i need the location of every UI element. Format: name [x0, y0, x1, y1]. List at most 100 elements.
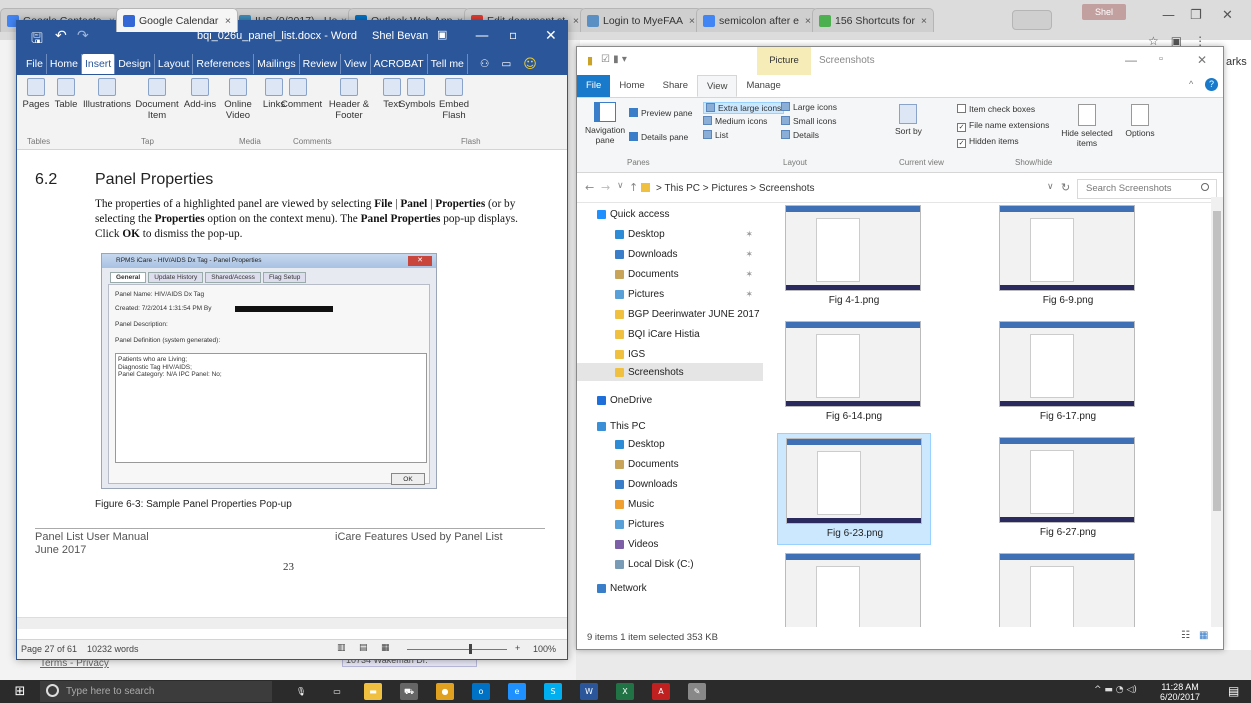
word-close-icon[interactable]: ✕ — [545, 28, 557, 44]
ribbon-symbols-button[interactable]: Symbols — [399, 78, 435, 110]
browser-tab[interactable]: Login to MyeFAA × — [580, 8, 702, 32]
tab-close-icon[interactable]: × — [921, 15, 927, 27]
file-thumbnail[interactable]: Fig 6-23.png — [777, 433, 931, 545]
word-menu-layout[interactable]: Layout — [155, 54, 194, 74]
redo-icon[interactable]: ↷ — [77, 28, 89, 44]
browser-tab[interactable]: Google Calendar × — [116, 8, 238, 32]
explorer-close-icon[interactable]: ✕ — [1197, 53, 1207, 67]
tab-close-icon[interactable]: × — [805, 15, 811, 27]
browser-tab[interactable]: semicolon after e × — [696, 8, 818, 32]
share-icon[interactable]: ⚇ — [480, 58, 489, 70]
status-page[interactable]: Page 27 of 61 — [21, 644, 77, 654]
windows-start-icon[interactable]: ⊞ — [4, 682, 36, 701]
address-bar[interactable]: > This PC > Pictures > Screenshots — [637, 179, 1047, 199]
edge-icon[interactable]: e — [508, 683, 526, 700]
sort-by-button[interactable]: Sort by — [895, 104, 922, 136]
word-user-name[interactable]: Shel Bevan — [372, 30, 428, 42]
system-tray[interactable]: ^ ▬ ◔ ◁) — [1094, 685, 1137, 695]
word-restore-icon[interactable]: ▫ — [509, 28, 517, 42]
pin-icon[interactable]: ✶ — [745, 249, 753, 260]
zoom-slider[interactable] — [407, 649, 507, 650]
options-button[interactable]: Options — [1123, 104, 1157, 138]
word-menu-view[interactable]: View — [341, 54, 371, 74]
search-input[interactable]: Search Screenshots — [1077, 179, 1217, 199]
nav-item-igs[interactable]: IGS — [577, 345, 763, 363]
recent-icon[interactable]: ∨ — [617, 181, 624, 191]
nav-item-quick-access[interactable]: Quick access — [577, 205, 763, 223]
word-icon[interactable]: W — [580, 683, 598, 700]
layout-extra-large-icons[interactable]: Extra large icons — [703, 102, 785, 114]
read-mode-icon[interactable]: ▥ — [337, 643, 346, 653]
minimize-icon[interactable]: — — [1162, 8, 1175, 23]
web-layout-icon[interactable]: ▦ — [381, 643, 390, 653]
chrome-icon[interactable]: ● — [436, 683, 454, 700]
layout-small-icons[interactable]: Small icons — [781, 116, 836, 126]
file-thumbnail[interactable]: Fig 6-27.png — [991, 433, 1145, 545]
help-icon[interactable]: ? — [1205, 78, 1218, 91]
word-menu-file[interactable]: File — [23, 54, 47, 74]
ribbon-illustrations-button[interactable]: Illustrations — [83, 78, 131, 110]
save-icon[interactable]: 🖫 — [31, 28, 43, 52]
file-explorer-icon[interactable]: ▬ — [364, 683, 382, 700]
explorer-menu-file[interactable]: File — [577, 75, 611, 97]
large-icons-view-icon[interactable]: ▦ — [1199, 630, 1208, 641]
acrobat-icon[interactable]: A — [652, 683, 670, 700]
word-menu-acrobat[interactable]: ACROBAT — [371, 54, 428, 74]
layout-medium-icons[interactable]: Medium icons — [703, 116, 767, 126]
explorer-menu-manage[interactable]: Manage — [737, 75, 789, 97]
task-view-icon[interactable]: ▭ — [328, 683, 346, 700]
scrollbar-thumb[interactable] — [1213, 211, 1221, 511]
back-icon[interactable]: ← — [585, 181, 594, 194]
nav-item-desktop[interactable]: Desktop ✶ — [577, 225, 763, 243]
nav-item-network[interactable]: Network — [577, 579, 763, 597]
print-layout-icon[interactable]: ▤ — [359, 643, 368, 653]
browser-user-badge[interactable]: Shel — [1082, 4, 1126, 20]
nav-item-downloads[interactable]: Downloads ✶ — [577, 245, 763, 263]
paint-icon[interactable]: ✎ — [688, 683, 706, 700]
notification-icon[interactable]: ▤ — [1228, 684, 1239, 698]
ribbon-online-video-button[interactable]: Online Video — [221, 78, 255, 121]
file-thumbnail[interactable]: Fig 4-1.png — [777, 201, 931, 313]
store-icon[interactable]: ⛟ — [400, 683, 418, 700]
refresh-icon[interactable]: ↻ — [1061, 181, 1070, 194]
address-dropdown-icon[interactable]: ∨ — [1047, 182, 1054, 192]
nav-item-screenshots[interactable]: Screenshots — [577, 363, 763, 381]
nav-item-pictures[interactable]: Pictures ✶ — [577, 285, 763, 303]
nav-item-downloads[interactable]: Downloads — [577, 475, 763, 493]
nav-item-pictures[interactable]: Pictures — [577, 515, 763, 533]
word-menu-insert[interactable]: Insert — [81, 54, 116, 74]
undo-icon[interactable]: ↶ — [55, 28, 67, 44]
explorer-restore-icon[interactable]: ▫ — [1159, 53, 1163, 65]
file-thumbnail[interactable]: Fig 6-17.png — [991, 317, 1145, 429]
explorer-menu-view[interactable]: View — [697, 75, 738, 97]
word-menu-tell-me[interactable]: Tell me — [428, 54, 468, 74]
nav-item-documents[interactable]: Documents ✶ — [577, 265, 763, 283]
layout-large-icons[interactable]: Large icons — [781, 102, 837, 112]
pin-icon[interactable]: ✶ — [745, 229, 753, 240]
ribbon-document-item-button[interactable]: Document Item — [133, 78, 181, 121]
file-thumbnail[interactable] — [991, 549, 1145, 627]
nav-item-videos[interactable]: Videos — [577, 535, 763, 553]
ribbon-collapse-icon[interactable]: ^ — [1189, 79, 1193, 89]
ribbon-pages-button[interactable]: Pages — [19, 78, 53, 110]
file-thumbnail[interactable]: Fig 6-9.png — [991, 201, 1145, 313]
ribbon-embed-flash-button[interactable]: Embed Flash — [437, 78, 471, 121]
close-icon[interactable]: ✕ — [1222, 8, 1233, 23]
nav-item-desktop[interactable]: Desktop — [577, 435, 763, 453]
explorer-minimize-icon[interactable]: — — [1125, 53, 1137, 67]
preview-pane-button[interactable]: Preview pane — [629, 108, 693, 118]
layout-details[interactable]: Details — [781, 130, 819, 140]
word-menu-references[interactable]: References — [193, 54, 255, 74]
tab-close-icon[interactable]: × — [573, 15, 579, 27]
nav-item-bgp-deerinwater-june-2017[interactable]: BGP Deerinwater JUNE 2017 — [577, 305, 763, 323]
pin-icon[interactable]: ✶ — [745, 269, 753, 280]
vertical-scrollbar[interactable] — [1211, 197, 1223, 627]
status-words[interactable]: 10232 words — [87, 644, 139, 654]
ribbon-add-ins-button[interactable]: Add-ins — [183, 78, 217, 110]
skype-icon[interactable]: S — [544, 683, 562, 700]
file-thumbnail[interactable]: Fig 6-14.png — [777, 317, 931, 429]
comments-icon[interactable]: ▭ — [501, 58, 511, 70]
navigation-pane-button[interactable]: Navigation pane — [585, 102, 625, 145]
horizontal-scrollbar[interactable] — [17, 617, 567, 629]
ribbon-table-button[interactable]: Table — [49, 78, 83, 110]
